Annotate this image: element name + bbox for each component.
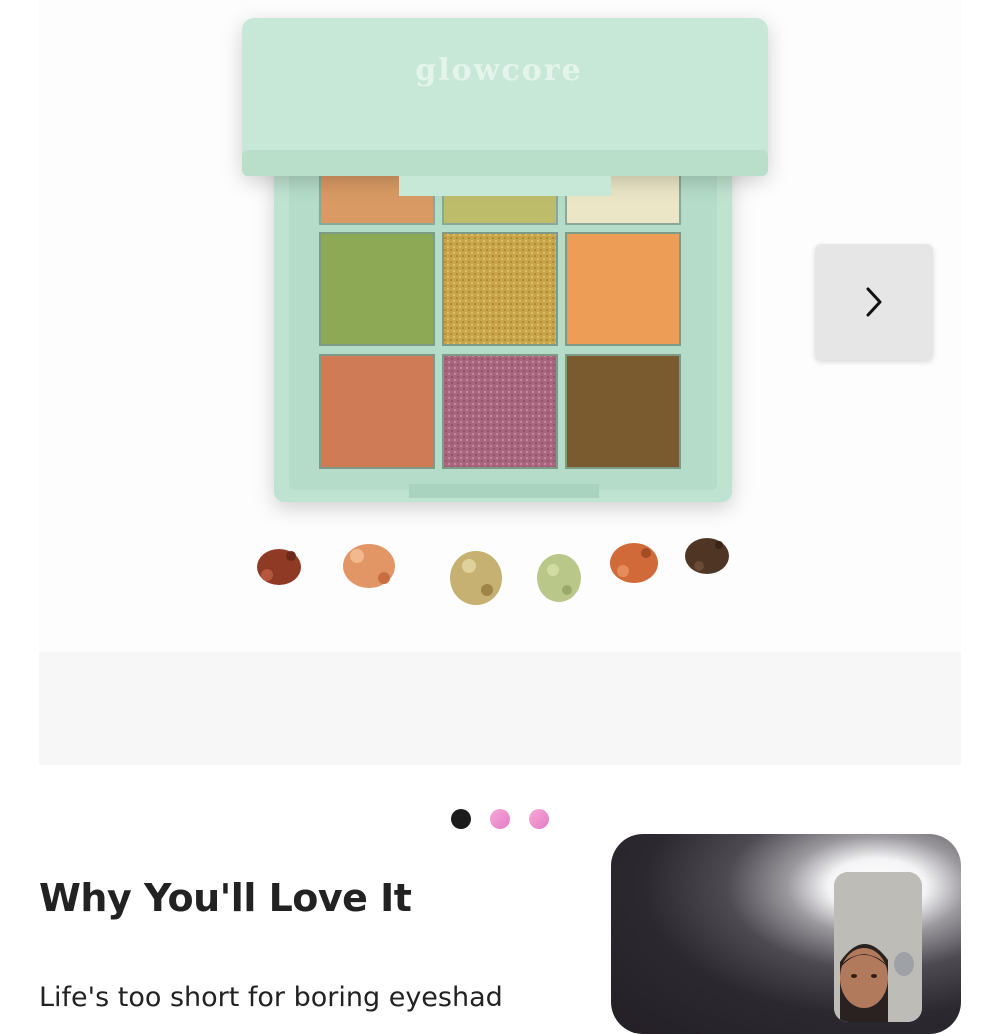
shadow-pan [442,354,558,469]
section-heading: Why You'll Love It [39,876,412,920]
shadow-pan [319,354,435,469]
pagination-dot-2[interactable] [490,809,510,829]
shadow-pan [565,354,681,469]
video-call-popup[interactable] [611,834,961,1034]
shadow-pan [565,232,681,346]
shadow-pan [442,232,558,346]
product-image-gallery: glowcore [39,0,961,765]
shadow-pan [319,232,435,346]
section-body-text: Life's too short for boring eyeshad [39,982,503,1013]
pagination-dot-3[interactable] [529,809,549,829]
chevron-right-icon [866,287,882,317]
next-image-button[interactable] [815,244,933,360]
gallery-pagination [451,809,561,831]
brand-logo: glowcore [415,53,582,88]
pigment-swatches [257,538,729,605]
pagination-dot-1[interactable] [451,809,471,829]
